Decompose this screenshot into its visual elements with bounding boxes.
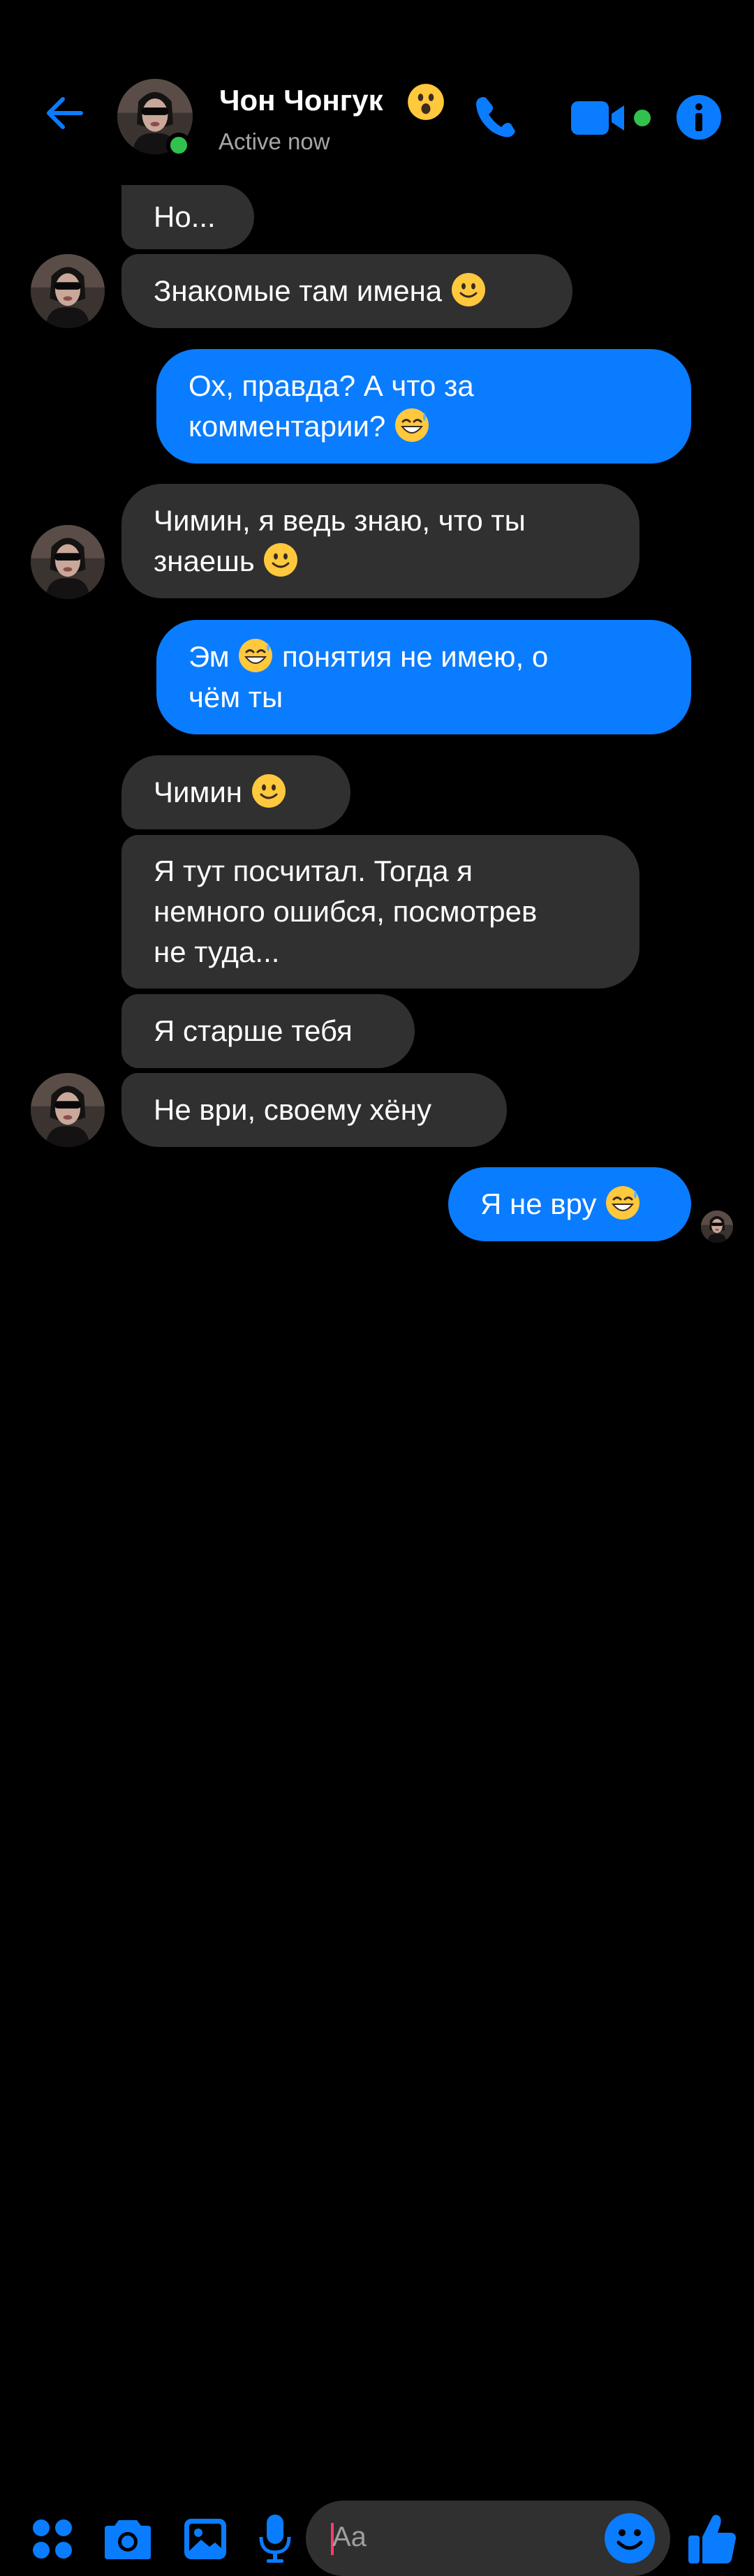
camera-icon[interactable] xyxy=(103,2517,152,2561)
message-bubble-incoming[interactable]: Но... xyxy=(121,185,254,249)
contact-name[interactable]: Чон Чонгук xyxy=(219,84,383,117)
chat-header: Чон Чонгук Active now xyxy=(0,0,754,175)
microphone-icon[interactable] xyxy=(257,2513,293,2563)
message-text: Ох, правда? А что за комментарии? xyxy=(188,369,474,443)
sender-avatar[interactable] xyxy=(31,1073,105,1147)
message-text: Я старше тебя xyxy=(154,1014,353,1047)
sweat-smile-face-icon xyxy=(237,637,274,674)
gallery-icon[interactable] xyxy=(183,2517,228,2561)
active-status: Active now xyxy=(219,128,330,154)
info-icon[interactable] xyxy=(676,94,722,140)
message-bubble-outgoing[interactable]: Я не вру xyxy=(448,1167,691,1241)
online-status-dot xyxy=(166,133,191,158)
message-bubble-incoming[interactable]: Я тут посчитал. Тогда я немного ошибся, … xyxy=(121,835,640,989)
message-composer: Aa xyxy=(0,1243,754,2576)
thumbs-up-icon[interactable] xyxy=(687,2512,737,2566)
message-text: Не ври, своему хёну xyxy=(154,1093,431,1126)
message-text: Чимин xyxy=(154,776,242,808)
phone-icon[interactable] xyxy=(471,92,521,142)
message-text: Я тут посчитал. Тогда я немного ошибся, … xyxy=(154,854,538,968)
message-text: Чимин, я ведь знаю, что ты знаешь xyxy=(154,504,526,577)
message-text: Знакомые там имена xyxy=(154,274,443,307)
slightly-smiling-face-icon xyxy=(263,542,299,578)
message-bubble-incoming[interactable]: Знакомые там имена xyxy=(121,254,572,328)
emoji-icon[interactable] xyxy=(603,2512,656,2565)
message-text: Я не вру xyxy=(480,1187,597,1220)
apps-icon[interactable] xyxy=(31,2517,74,2561)
sweat-smile-face-icon xyxy=(394,407,430,443)
video-camera-icon[interactable] xyxy=(571,98,653,138)
sweat-smile-face-icon xyxy=(605,1185,641,1221)
sender-avatar[interactable] xyxy=(31,525,105,599)
message-bubble-incoming[interactable]: Я старше тебя xyxy=(121,994,415,1068)
back-arrow-icon[interactable] xyxy=(42,91,87,135)
message-bubble-incoming[interactable]: Чимин xyxy=(121,755,350,829)
astonished-face-icon xyxy=(406,82,445,121)
slightly-smiling-face-icon xyxy=(251,773,287,809)
message-bubble-outgoing[interactable]: Эм понятия не имею, о чём ты xyxy=(156,620,691,734)
seen-receipt-avatar xyxy=(701,1211,733,1243)
message-bubble-incoming[interactable]: Не ври, своему хёну xyxy=(121,1073,507,1147)
message-input-placeholder: Aa xyxy=(332,2522,367,2552)
slightly-smiling-face-icon xyxy=(450,272,487,308)
message-bubble-outgoing[interactable]: Ох, правда? А что за комментарии? xyxy=(156,349,691,464)
message-text: Но... xyxy=(154,200,216,233)
message-bubble-incoming[interactable]: Чимин, я ведь знаю, что ты знаешь xyxy=(121,484,640,598)
sender-avatar[interactable] xyxy=(31,254,105,328)
message-text: Эм xyxy=(188,640,230,673)
